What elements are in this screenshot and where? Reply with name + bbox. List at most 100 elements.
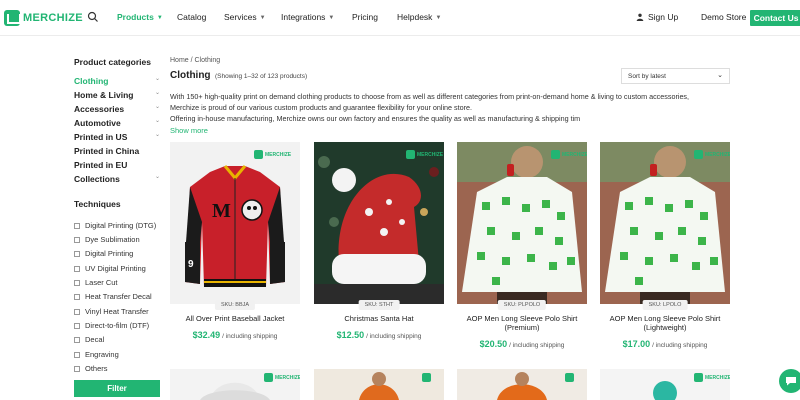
breadcrumb[interactable]: Home / Clothing [170,57,220,64]
polo-shirt-image [457,142,587,304]
nav-pricing[interactable]: Pricing [352,12,378,22]
technique-checkbox[interactable]: Dye Sublimation [74,235,140,244]
shipping-note: / including shipping [509,342,565,349]
merchize-badge: MERCHIZE [694,150,730,159]
product-price: $32.49 [192,330,221,340]
merchize-badge: MERCHIZE [551,150,587,159]
checkbox-icon[interactable] [74,308,80,315]
checkbox-icon[interactable] [74,250,80,257]
product-card[interactable]: MERCHIZE [170,369,300,400]
product-card[interactable]: MERCHIZE SKU: STHT Christmas Santa Hat $… [314,142,444,354]
demo-store-link[interactable]: Demo Store [701,12,746,22]
technique-checkbox[interactable]: Engraving [74,350,119,359]
checkbox-icon[interactable] [74,365,80,372]
technique-checkbox[interactable]: Digital Printing [74,249,133,258]
shipping-note: / including shipping [222,333,278,340]
contact-us-button[interactable]: Contact Us [750,10,800,26]
price-row: $17.00/ including shipping [600,339,730,349]
chevron-down-icon[interactable]: ⌄ [155,173,160,183]
product-card[interactable]: MERCHIZE M 9 SKU: BBJA All Over Print Ba… [170,142,300,354]
category-collections[interactable]: Collections ⌄ [74,174,160,184]
nav-helpdesk[interactable]: Helpdesk ▼ [397,12,441,22]
chevron-down-icon[interactable]: ⌄ [155,89,160,99]
price-row: $20.50/ including shipping [457,339,587,349]
filter-button[interactable]: Filter [74,380,160,397]
sku-badge: SKU: PLPOLO [497,300,547,310]
chat-icon [786,377,796,386]
logo-mark-icon [264,373,273,382]
checkbox-icon[interactable] [74,351,80,358]
site-header: MERCHIZE Products ▼ Catalog Services ▼ Int… [0,0,800,36]
chevron-down-icon[interactable]: ⌄ [155,117,160,127]
technique-checkbox[interactable]: Digital Printing (DTG) [74,221,156,230]
logo-mark-icon [4,10,21,26]
product-name[interactable]: AOP Men Long Sleeve Polo Shirt (Premium) [461,314,583,332]
nav-services[interactable]: Services ▼ [224,12,266,22]
product-image[interactable]: MERCHIZE M 9 [170,142,300,304]
checkbox-icon[interactable] [74,336,80,343]
chevron-down-icon: ▼ [435,15,442,21]
sort-select[interactable]: Sort by latest ⌄ [621,68,730,84]
product-price: $17.00 [622,339,651,349]
checkbox-icon[interactable] [74,322,80,329]
product-card[interactable]: MERCHIZE [600,369,730,400]
merchize-badge: MERCHIZE [264,373,300,382]
technique-checkbox[interactable]: Decal [74,335,104,344]
svg-text:9: 9 [188,259,194,270]
product-image[interactable]: MERCHIZE [600,142,730,304]
category-automotive[interactable]: Automotive ⌄ [74,118,160,128]
show-more-link[interactable]: Show more [170,126,208,135]
product-card[interactable] [457,369,587,400]
logo-mark-icon [565,373,574,382]
logo-mark-icon [694,373,703,382]
technique-checkbox[interactable]: Vinyl Heat Transfer [74,307,149,316]
polo-shirt-image [600,142,730,304]
product-image[interactable]: MERCHIZE [457,142,587,304]
category-printed-in-china[interactable]: Printed in China [74,146,160,156]
chat-widget-button[interactable] [779,369,800,393]
technique-checkbox[interactable]: UV Digital Printing [74,264,146,273]
checkbox-icon[interactable] [74,222,80,229]
product-name[interactable]: Christmas Santa Hat [318,314,440,323]
product-card[interactable]: MERCHIZE SKU: PLPOLO AOP Men Long Sleeve… [457,142,587,354]
signup-link[interactable]: Sign Up [636,12,678,22]
nav-catalog[interactable]: Catalog [177,12,206,22]
merchize-badge: MERCHIZE [694,373,730,382]
product-image[interactable]: MERCHIZE [314,142,444,304]
checkbox-icon[interactable] [74,236,80,243]
search-icon[interactable] [87,11,99,23]
technique-checkbox[interactable]: Heat Transfer Decal [74,292,152,301]
category-accessories[interactable]: Accessories ⌄ [74,104,160,114]
logo-mark-icon [254,150,263,159]
nav-integrations[interactable]: Integrations ▼ [281,12,334,22]
category-description: Merchize is proud of our various custom … [170,103,473,112]
category-description: With 150+ high-quality print on demand c… [170,92,690,101]
chevron-down-icon: ▼ [328,15,335,21]
product-card[interactable]: MERCHIZE SKU: LPOLO AOP Men Long Sleeve … [600,142,730,354]
category-home-living[interactable]: Home & Living ⌄ [74,90,160,100]
checkbox-icon[interactable] [74,265,80,272]
price-row: $32.49/ including shipping [170,330,300,340]
chevron-down-icon: ▼ [156,15,163,21]
jacket-image: M 9 [185,165,285,287]
checkbox-icon[interactable] [74,279,80,286]
product-card[interactable] [314,369,444,400]
checkbox-icon[interactable] [74,293,80,300]
techniques-title: Techniques [74,199,121,209]
sku-badge: SKU: LPOLO [642,300,688,310]
category-printed-in-us[interactable]: Printed in US ⌄ [74,132,160,142]
chevron-down-icon[interactable]: ⌄ [155,75,160,85]
nav-products[interactable]: Products ▼ [117,12,163,22]
merchize-badge: MERCHIZE [406,150,443,159]
technique-checkbox[interactable]: Direct-to-film (DTF) [74,321,149,330]
product-name[interactable]: AOP Men Long Sleeve Polo Shirt (Lightwei… [604,314,726,332]
chevron-down-icon[interactable]: ⌄ [155,103,160,113]
product-name[interactable]: All Over Print Baseball Jacket [174,314,296,323]
chevron-down-icon[interactable]: ⌄ [155,131,160,141]
category-printed-in-eu[interactable]: Printed in EU [74,160,160,170]
technique-checkbox[interactable]: Others [74,364,108,373]
category-clothing[interactable]: Clothing ⌄ [74,76,160,86]
merchize-logo[interactable]: MERCHIZE [4,8,83,28]
product-categories-title: Product categories [74,57,151,67]
technique-checkbox[interactable]: Laser Cut [74,278,118,287]
